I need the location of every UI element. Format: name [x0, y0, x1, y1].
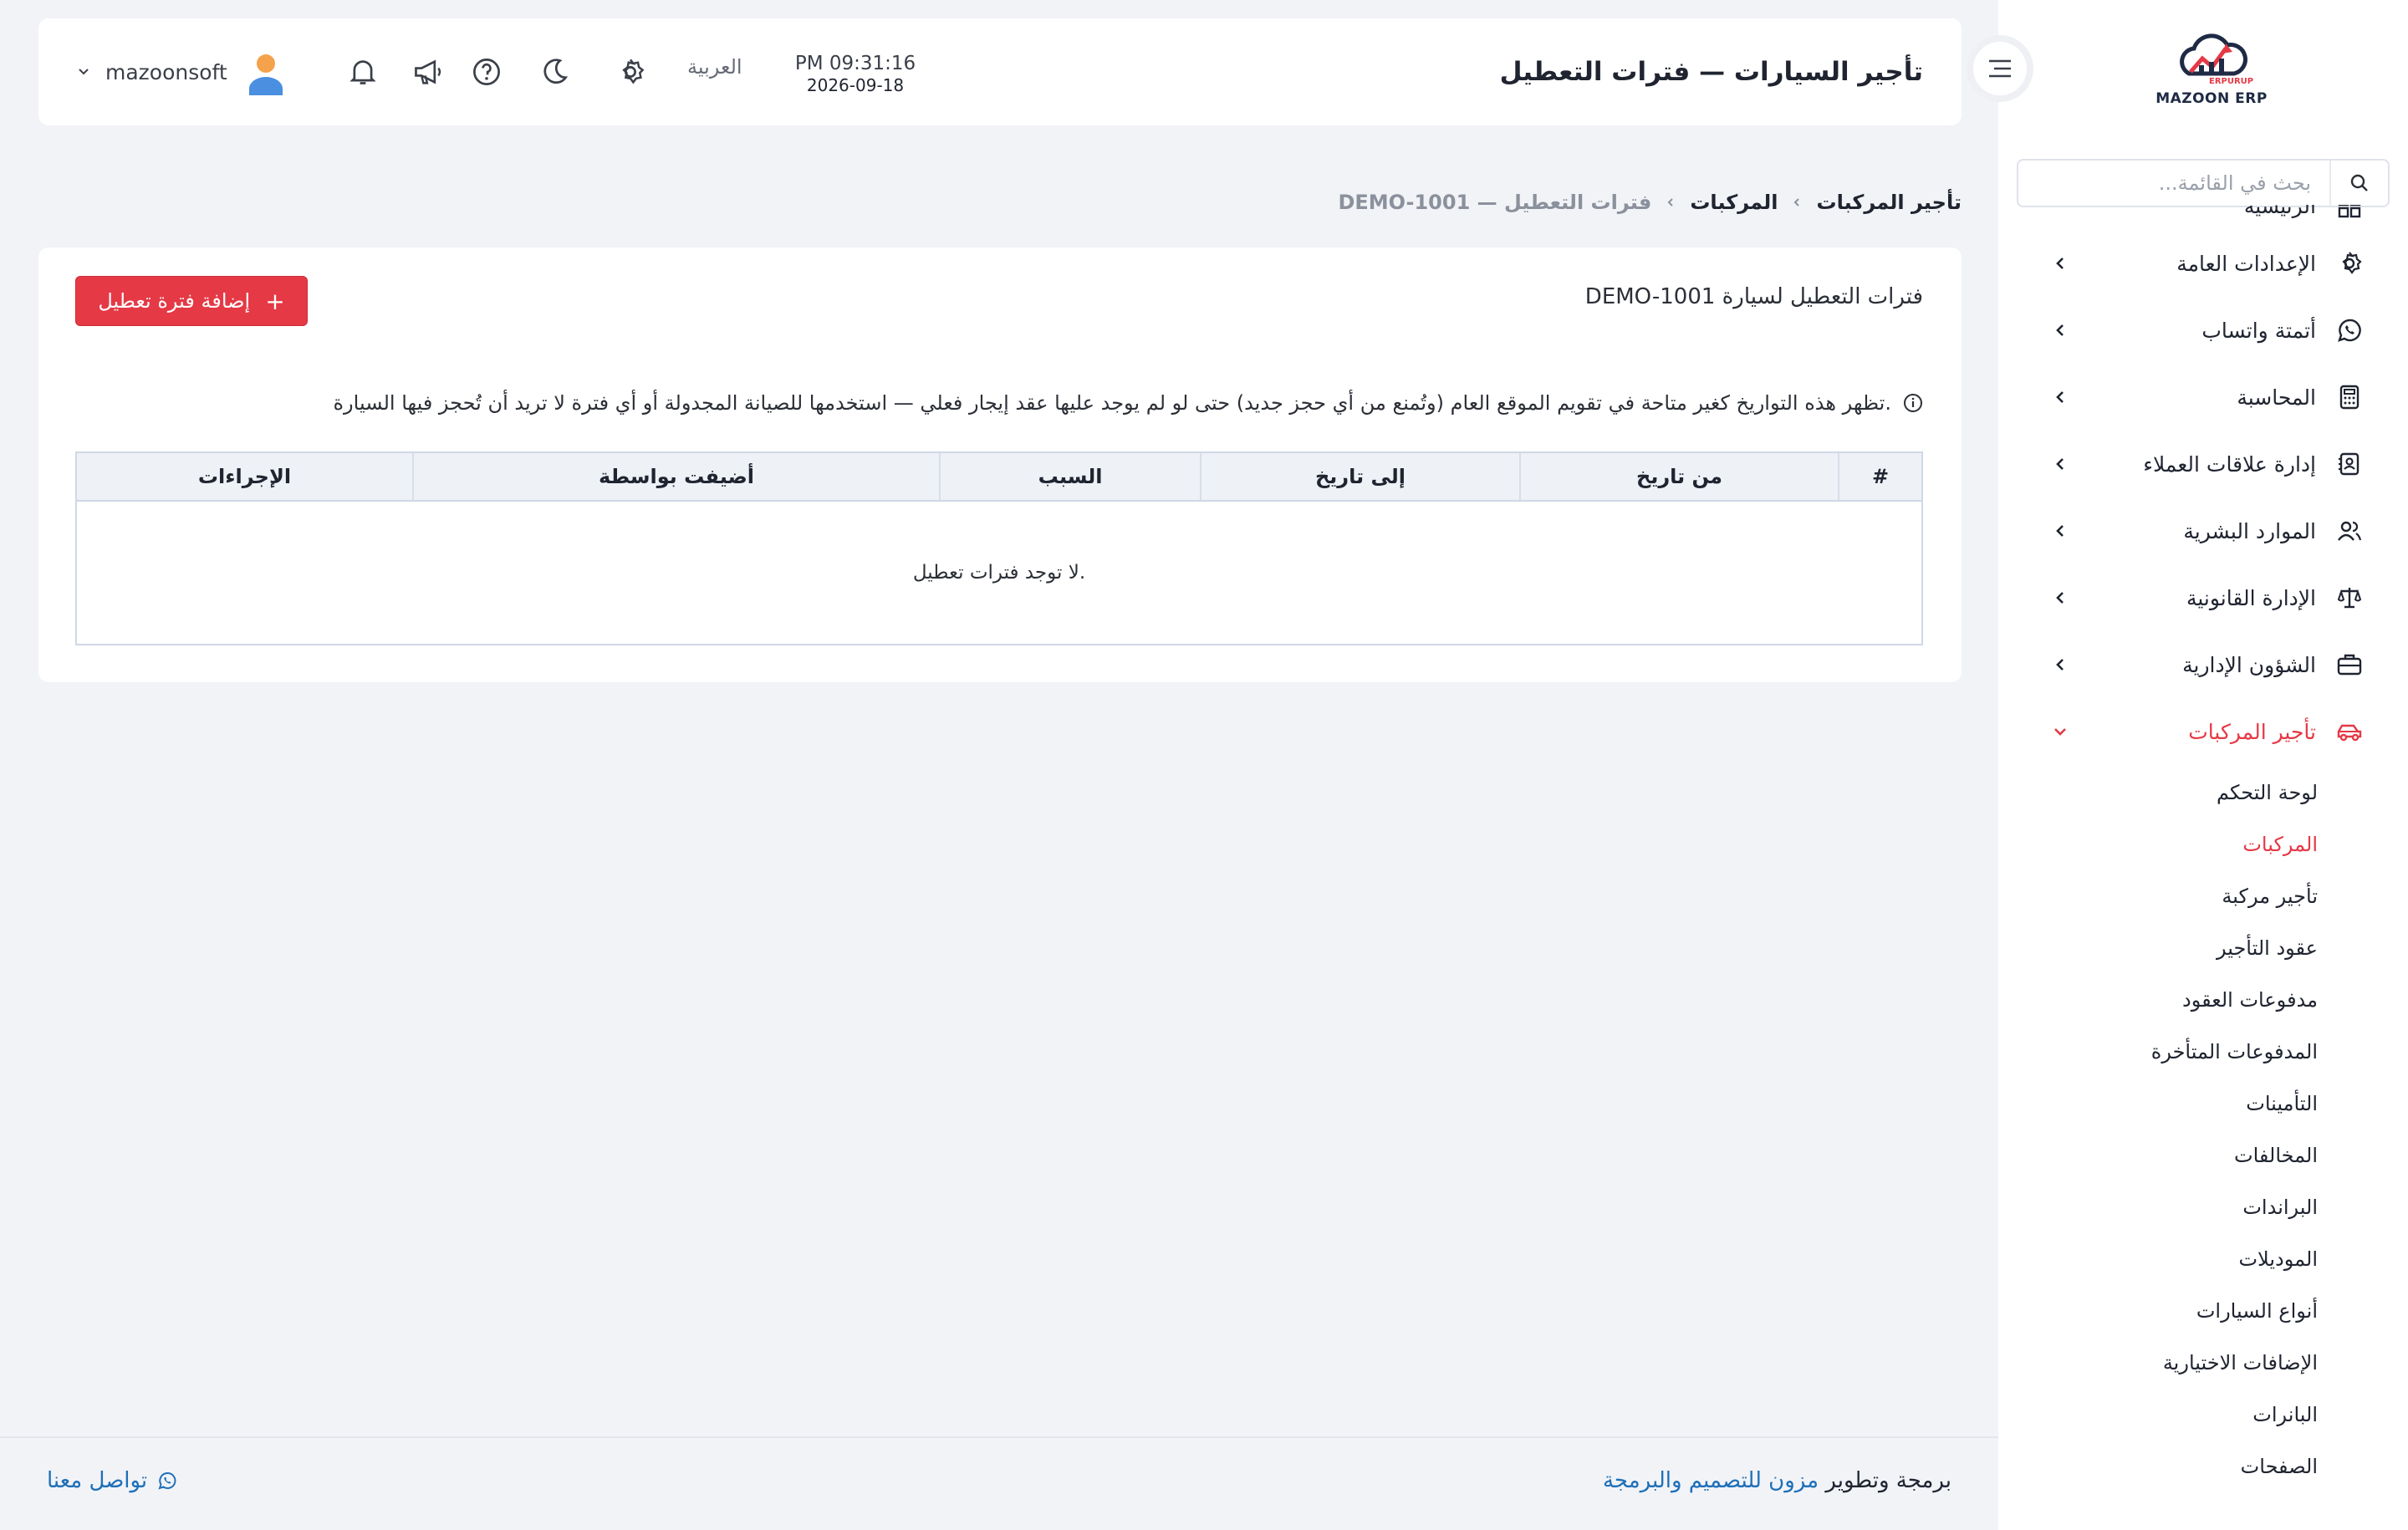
- footer-credit: برمجة وتطوير مزون للتصميم والبرمجة: [1602, 1468, 1951, 1493]
- logo[interactable]: ERPURUP MAZOON ERP: [2149, 33, 2274, 117]
- chevron-left-icon: [1791, 196, 1803, 208]
- chevron-down-icon: [77, 65, 94, 79]
- sidebar: ERPURUP MAZOON ERP الرئيسية الإعدادات ال…: [1998, 0, 2408, 1530]
- sidebar-menu: الرئيسية الإعدادات العامة أتمتة واتساب ا…: [1998, 205, 2408, 1492]
- card-title: فترات التعطيل لسيارة DEMO-1001: [1584, 284, 1923, 309]
- clock-date: 2026-09-18: [806, 75, 905, 95]
- chevron-left-icon: [1665, 196, 1676, 208]
- sidebar-item-vehicle-rental[interactable]: تأجير المركبات: [1998, 698, 2408, 765]
- column-reason: السبب: [939, 453, 1200, 500]
- contact-card-icon: [2334, 449, 2365, 479]
- logo-text: MAZOON ERP: [2155, 90, 2268, 107]
- users-icon: [2334, 516, 2365, 546]
- submenu-item[interactable]: المركبات: [1998, 819, 2408, 870]
- submenu-item[interactable]: أنواع السيارات: [1998, 1285, 2408, 1337]
- breadcrumb-vehicles[interactable]: المركبات: [1690, 191, 1778, 214]
- breadcrumb: تأجير المركبات المركبات DEMO-1001 — فترا…: [1338, 191, 1962, 214]
- clock-time: PM 09:31:16: [794, 53, 916, 74]
- chevron-left-icon: [2048, 385, 2072, 409]
- sidebar-item-whatsapp[interactable]: أتمتة واتساب: [1998, 297, 2408, 364]
- chevron-left-icon: [2048, 452, 2072, 476]
- calculator-icon: [2334, 382, 2365, 412]
- submenu-item[interactable]: عقود التأجير: [1998, 922, 2408, 974]
- submenu-item[interactable]: التأمينات: [1998, 1078, 2408, 1130]
- gear-icon: [2334, 248, 2365, 278]
- blackout-periods-card: فترات التعطيل لسيارة DEMO-1001 + إضافة ف…: [38, 247, 1962, 682]
- blackout-periods-table: # من تاريخ إلى تاريخ السبب أضيفت بواسطة …: [75, 451, 1923, 645]
- gear-icon[interactable]: [614, 55, 647, 89]
- info-icon: [1903, 393, 1923, 413]
- chevron-left-icon: [2048, 586, 2072, 609]
- submenu-item[interactable]: الإضافات الاختيارية: [1998, 1337, 2408, 1389]
- chevron-left-icon: [2048, 252, 2072, 275]
- menu-search: [2017, 159, 2390, 207]
- chevron-left-icon: [2048, 519, 2072, 543]
- whatsapp-icon: [157, 1471, 177, 1491]
- developer-link[interactable]: مزون للتصميم والبرمجة: [1603, 1468, 1819, 1493]
- vehicle-rental-submenu: لوحة التحكم المركبات تأجير مركبة عقود التأج…: [1998, 765, 2408, 1492]
- search-icon[interactable]: [2329, 161, 2388, 206]
- column-to-date: إلى تاريخ: [1200, 453, 1519, 500]
- plus-icon: +: [265, 287, 285, 315]
- help-icon[interactable]: [470, 55, 503, 89]
- scale-icon: [2334, 583, 2365, 613]
- submenu-item[interactable]: الموديلات: [1998, 1233, 2408, 1285]
- language-switch[interactable]: العربية: [687, 55, 742, 79]
- user-menu[interactable]: mazoonsoft: [77, 43, 227, 100]
- table-header: # من تاريخ إلى تاريخ السبب أضيفت بواسطة …: [77, 453, 1921, 502]
- column-actions: الإجراءات: [197, 465, 292, 488]
- breadcrumb-vehicle-rental[interactable]: تأجير المركبات: [1816, 191, 1962, 214]
- submenu-item[interactable]: لوحة التحكم: [1998, 767, 2408, 819]
- submenu-item[interactable]: تأجير مركبة: [1998, 870, 2408, 922]
- menu-search-input[interactable]: [2018, 161, 2329, 206]
- sidebar-item-hr[interactable]: الموارد البشرية: [1998, 497, 2408, 564]
- table-empty-state: لا توجد فترات تعطيل.: [912, 562, 1086, 584]
- sidebar-item-legal[interactable]: الإدارة القانونية: [1998, 564, 2408, 631]
- column-added-by: أضيفت بواسطة: [412, 453, 939, 500]
- briefcase-icon: [2334, 650, 2365, 680]
- sidebar-item-home[interactable]: الرئيسية: [1998, 205, 2408, 230]
- clock: PM 09:31:16 2026-09-18: [793, 52, 918, 95]
- sidebar-item-accounting[interactable]: المحاسبة: [1998, 364, 2408, 431]
- page-title: تأجير السيارات — فترات التعطيل: [1499, 57, 1923, 87]
- column-from-date: من تاريخ: [1519, 453, 1838, 500]
- car-icon: [2334, 717, 2365, 747]
- chevron-left-icon: [2048, 653, 2072, 676]
- chevron-down-icon: [2048, 720, 2072, 743]
- bell-icon[interactable]: [346, 55, 380, 89]
- moon-icon[interactable]: [538, 55, 571, 89]
- contact-us-link[interactable]: تواصل معنا: [47, 1468, 177, 1493]
- megaphone-icon[interactable]: [411, 55, 445, 89]
- sidebar-item-admin-affairs[interactable]: الشؤون الإدارية: [1998, 631, 2408, 698]
- avatar[interactable]: [246, 52, 286, 95]
- chevron-left-icon: [2048, 319, 2072, 342]
- grid-icon: [2334, 205, 2365, 230]
- sidebar-item-general-settings[interactable]: الإعدادات العامة: [1998, 230, 2408, 297]
- sidebar-item-crm[interactable]: إدارة علاقات العملاء: [1998, 431, 2408, 497]
- submenu-item[interactable]: البراندات: [1998, 1181, 2408, 1233]
- add-blackout-period-button[interactable]: + إضافة فترة تعطيل: [75, 276, 308, 326]
- sidebar-toggle-button[interactable]: [1967, 35, 2033, 102]
- footer: برمجة وتطوير مزون للتصميم والبرمجة تواصل…: [0, 1436, 1998, 1530]
- breadcrumb-current: DEMO-1001 — فترات التعطيل: [1338, 191, 1652, 214]
- submenu-item[interactable]: المخالفات: [1998, 1130, 2408, 1181]
- submenu-item[interactable]: مدفوعات العقود: [1998, 974, 2408, 1026]
- menu-lines-icon: [1989, 59, 2011, 78]
- whatsapp-icon: [2334, 315, 2365, 345]
- info-notice: تظهر هذه التواريخ كغير متاحة في تقويم ال…: [333, 391, 1923, 415]
- submenu-item[interactable]: الصفحات: [1998, 1441, 2408, 1492]
- submenu-item[interactable]: المدفوعات المتأخرة: [1998, 1026, 2408, 1078]
- submenu-item[interactable]: البانرات: [1998, 1389, 2408, 1441]
- column-index: #: [1838, 453, 1921, 500]
- username: mazoonsoft: [105, 59, 227, 84]
- top-header: تأجير السيارات — فترات التعطيل PM 09:31:…: [38, 18, 1962, 125]
